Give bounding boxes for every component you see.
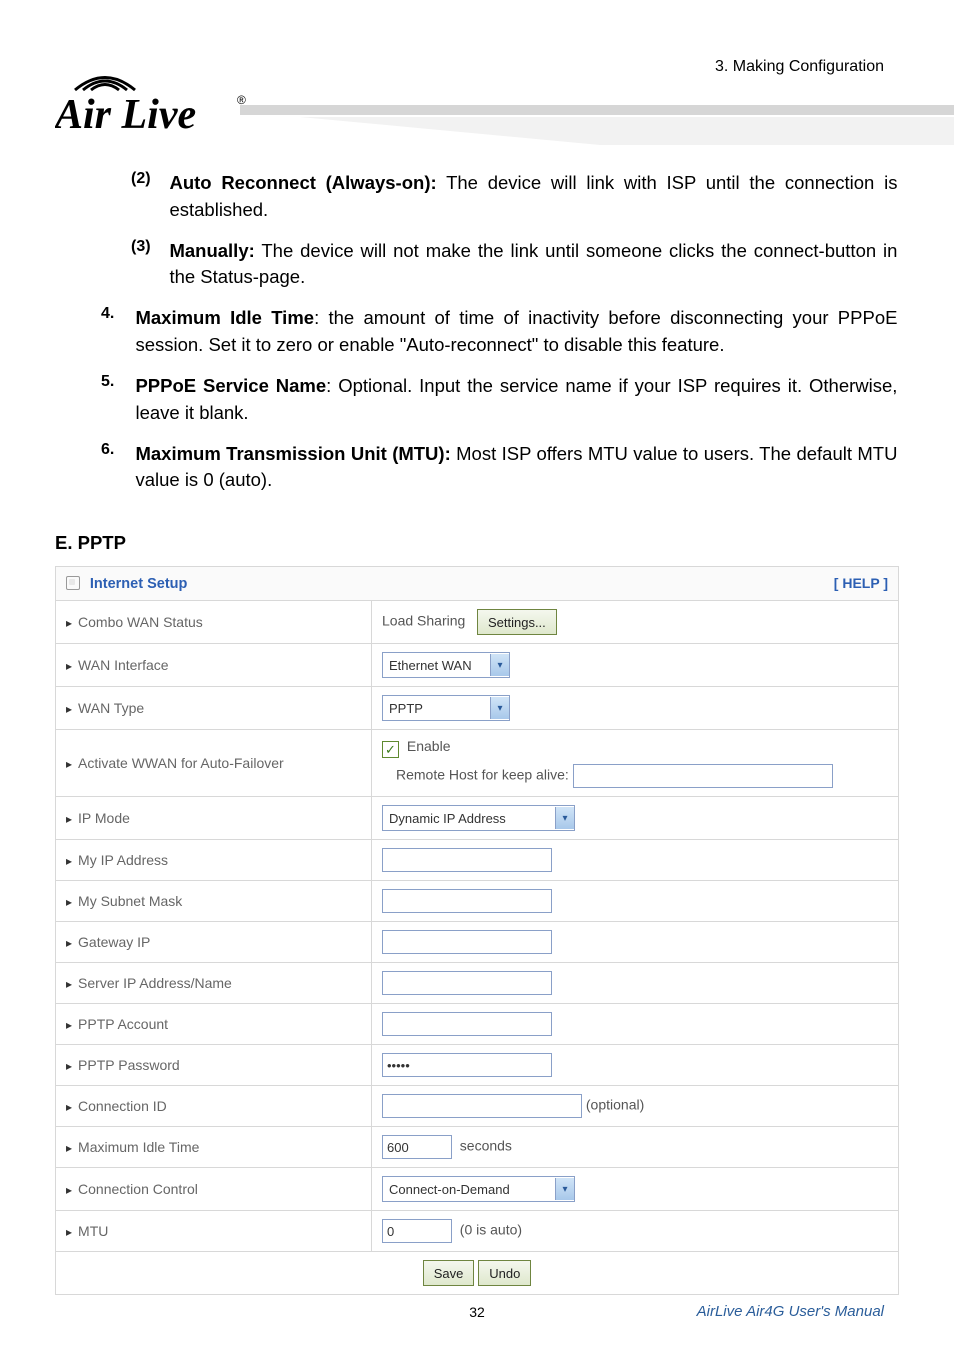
- server-ip-input[interactable]: [382, 971, 552, 995]
- table-row: ▸ Combo WAN Status Load Sharing Settings.…: [56, 601, 899, 644]
- chevron-down-icon: ▾: [555, 1178, 574, 1200]
- help-link[interactable]: [ HELP ]: [834, 575, 888, 591]
- caret-icon: ▸: [66, 895, 72, 909]
- wan-interface-select[interactable]: Ethernet WAN ▾: [382, 652, 510, 678]
- row-label: Server IP Address/Name: [78, 975, 232, 991]
- chapter-label: 3. Making Configuration: [715, 58, 884, 76]
- table-row: ▸ PPTP Account: [56, 1004, 899, 1045]
- table-row: ▸ WAN Interface Ethernet WAN ▾: [56, 644, 899, 687]
- caret-icon: ▸: [66, 1100, 72, 1114]
- list-num: 5.: [101, 373, 131, 391]
- table-row: ▸ My Subnet Mask: [56, 881, 899, 922]
- chevron-down-icon: ▾: [555, 807, 574, 829]
- bold-text: Maximum Transmission Unit (MTU):: [135, 443, 450, 464]
- table-row: ▸ Maximum Idle Time seconds: [56, 1127, 899, 1168]
- table-row: ▸ Connection Control Connect-on-Demand ▾: [56, 1168, 899, 1211]
- bold-text: Auto Reconnect (Always-on):: [169, 172, 436, 193]
- row-label: My Subnet Mask: [78, 893, 182, 909]
- doc-title: AirLive Air4G User's Manual: [697, 1303, 884, 1320]
- row-label: Combo WAN Status: [78, 614, 203, 630]
- gateway-input[interactable]: [382, 930, 552, 954]
- caret-icon: ▸: [66, 1183, 72, 1197]
- list-num: 4.: [101, 305, 131, 323]
- row-label: Maximum Idle Time: [78, 1139, 199, 1155]
- ip-mode-select[interactable]: Dynamic IP Address ▾: [382, 805, 575, 831]
- bold-text: Maximum Idle Time: [135, 307, 314, 328]
- row-label: MTU: [78, 1223, 108, 1239]
- caret-icon: ▸: [66, 1225, 72, 1239]
- max-idle-input[interactable]: [382, 1135, 452, 1159]
- caret-icon: ▸: [66, 659, 72, 673]
- table-row: Save Undo: [56, 1252, 899, 1295]
- body-text: (2) Auto Reconnect (Always-on): The devi…: [55, 170, 899, 1295]
- pptp-account-input[interactable]: [382, 1012, 552, 1036]
- my-ip-input[interactable]: [382, 848, 552, 872]
- caret-icon: ▸: [66, 936, 72, 950]
- caret-icon: ▸: [66, 616, 72, 630]
- caret-icon: ▸: [66, 1141, 72, 1155]
- caret-icon: ▸: [66, 702, 72, 716]
- list-num: (3): [131, 238, 165, 256]
- row-label: My IP Address: [78, 852, 168, 868]
- svg-text:Air Live: Air Live: [55, 92, 196, 138]
- mtu-input[interactable]: [382, 1219, 452, 1243]
- row-label: WAN Type: [78, 700, 144, 716]
- row-label: IP Mode: [78, 810, 130, 826]
- table-row: ▸ Activate WWAN for Auto-Failover ✓ Enabl…: [56, 730, 899, 797]
- caret-icon: ▸: [66, 812, 72, 826]
- table-row: ▸ My IP Address: [56, 840, 899, 881]
- enable-checkbox[interactable]: ✓: [382, 741, 399, 758]
- seconds-label: seconds: [460, 1138, 512, 1154]
- optional-label: (optional): [586, 1097, 644, 1113]
- row-label: Connection ID: [78, 1098, 167, 1114]
- table-row: ▸ PPTP Password: [56, 1045, 899, 1086]
- connection-control-select[interactable]: Connect-on-Demand ▾: [382, 1176, 575, 1202]
- caret-icon: ▸: [66, 757, 72, 771]
- remote-host-label: Remote Host for keep alive:: [396, 767, 569, 783]
- bold-text: Manually:: [169, 240, 254, 261]
- table-row: ▸ IP Mode Dynamic IP Address ▾: [56, 797, 899, 840]
- caret-icon: ▸: [66, 854, 72, 868]
- pptp-password-input[interactable]: [382, 1053, 552, 1077]
- table-row: ▸ Gateway IP: [56, 922, 899, 963]
- remote-host-input[interactable]: [573, 764, 833, 788]
- my-subnet-input[interactable]: [382, 889, 552, 913]
- caret-icon: ▸: [66, 977, 72, 991]
- internet-setup-table: Internet Setup [ HELP ] ▸ Combo WAN Statu…: [55, 566, 899, 1295]
- chevron-down-icon: ▾: [490, 697, 509, 719]
- table-row: ▸ MTU (0 is auto): [56, 1211, 899, 1252]
- save-button[interactable]: Save: [423, 1260, 475, 1286]
- list-num: (2): [131, 170, 165, 188]
- list-num: 6.: [101, 441, 131, 459]
- text: The device will not make the link until …: [169, 240, 897, 288]
- wan-type-select[interactable]: PPTP ▾: [382, 695, 510, 721]
- enable-label: Enable: [407, 738, 451, 754]
- settings-button[interactable]: Settings...: [477, 609, 557, 635]
- row-label: Gateway IP: [78, 934, 150, 950]
- row-label: Activate WWAN for Auto-Failover: [78, 755, 284, 771]
- mtu-note: (0 is auto): [460, 1222, 522, 1238]
- combo-mode-text: Load Sharing: [382, 613, 465, 629]
- row-label: PPTP Password: [78, 1057, 180, 1073]
- panel-icon: [66, 576, 80, 590]
- caret-icon: ▸: [66, 1018, 72, 1032]
- connection-id-input[interactable]: [382, 1094, 582, 1118]
- bold-text: PPPoE Service Name: [135, 375, 326, 396]
- table-row: ▸ WAN Type PPTP ▾: [56, 687, 899, 730]
- page-header: 3. Making Configuration Air Live ®: [0, 0, 954, 150]
- caret-icon: ▸: [66, 1059, 72, 1073]
- brand-logo: Air Live ®: [55, 60, 255, 138]
- page-footer: 32 AirLive Air4G User's Manual: [0, 1304, 954, 1320]
- undo-button[interactable]: Undo: [478, 1260, 531, 1286]
- chevron-down-icon: ▾: [490, 654, 509, 676]
- panel-title: Internet Setup: [90, 576, 187, 592]
- header-divider: [240, 95, 954, 150]
- section-heading: E. PPTP: [55, 532, 899, 554]
- table-row: ▸ Connection ID (optional): [56, 1086, 899, 1127]
- row-label: WAN Interface: [78, 657, 169, 673]
- table-row: ▸ Server IP Address/Name: [56, 963, 899, 1004]
- row-label: Connection Control: [78, 1181, 198, 1197]
- row-label: PPTP Account: [78, 1016, 168, 1032]
